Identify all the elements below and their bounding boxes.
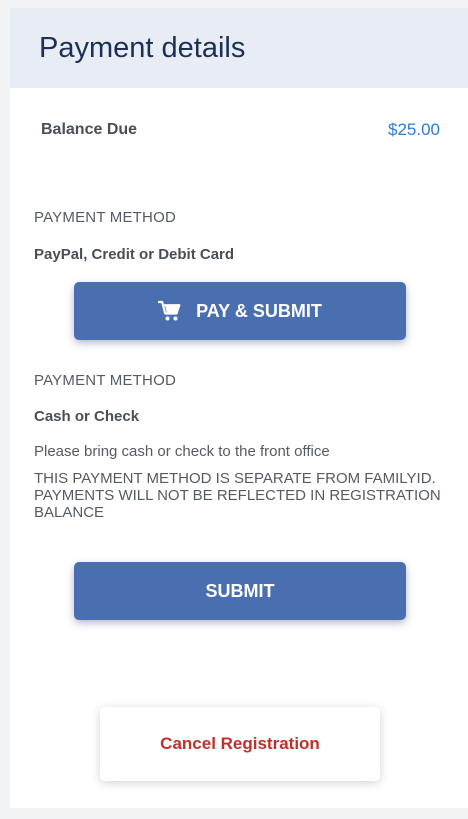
- balance-label: Balance Due: [41, 121, 138, 138]
- payment-method-heading: PAYMENT METHOD: [34, 372, 176, 389]
- payment-method-name: PayPal, Credit or Debit Card: [34, 246, 235, 263]
- cart-icon: [158, 300, 182, 322]
- pay-and-submit-button[interactable]: PAY & SUBMIT: [74, 282, 406, 340]
- payment-note: Please bring cash or check to the front …: [34, 443, 330, 460]
- payment-details-panel: Payment details Balance Due $25.00 PAYME…: [10, 8, 468, 808]
- page-title: Payment details: [39, 31, 246, 64]
- payment-method-heading: PAYMENT METHOD: [34, 209, 176, 226]
- cancel-registration-label: Cancel Registration: [160, 734, 320, 753]
- submit-label: SUBMIT: [205, 580, 275, 601]
- cancel-registration-button[interactable]: Cancel Registration: [100, 707, 380, 781]
- payment-warning: THIS PAYMENT METHOD IS SEPARATE FROM FAM…: [34, 470, 441, 521]
- balance-amount: $25.00: [388, 120, 440, 139]
- payment-method-name: Cash or Check: [34, 408, 140, 425]
- balance-row: Balance Due $25.00: [41, 120, 440, 140]
- submit-button[interactable]: SUBMIT: [74, 562, 406, 620]
- pay-and-submit-label: PAY & SUBMIT: [196, 300, 322, 321]
- panel-header: Payment details: [10, 8, 468, 88]
